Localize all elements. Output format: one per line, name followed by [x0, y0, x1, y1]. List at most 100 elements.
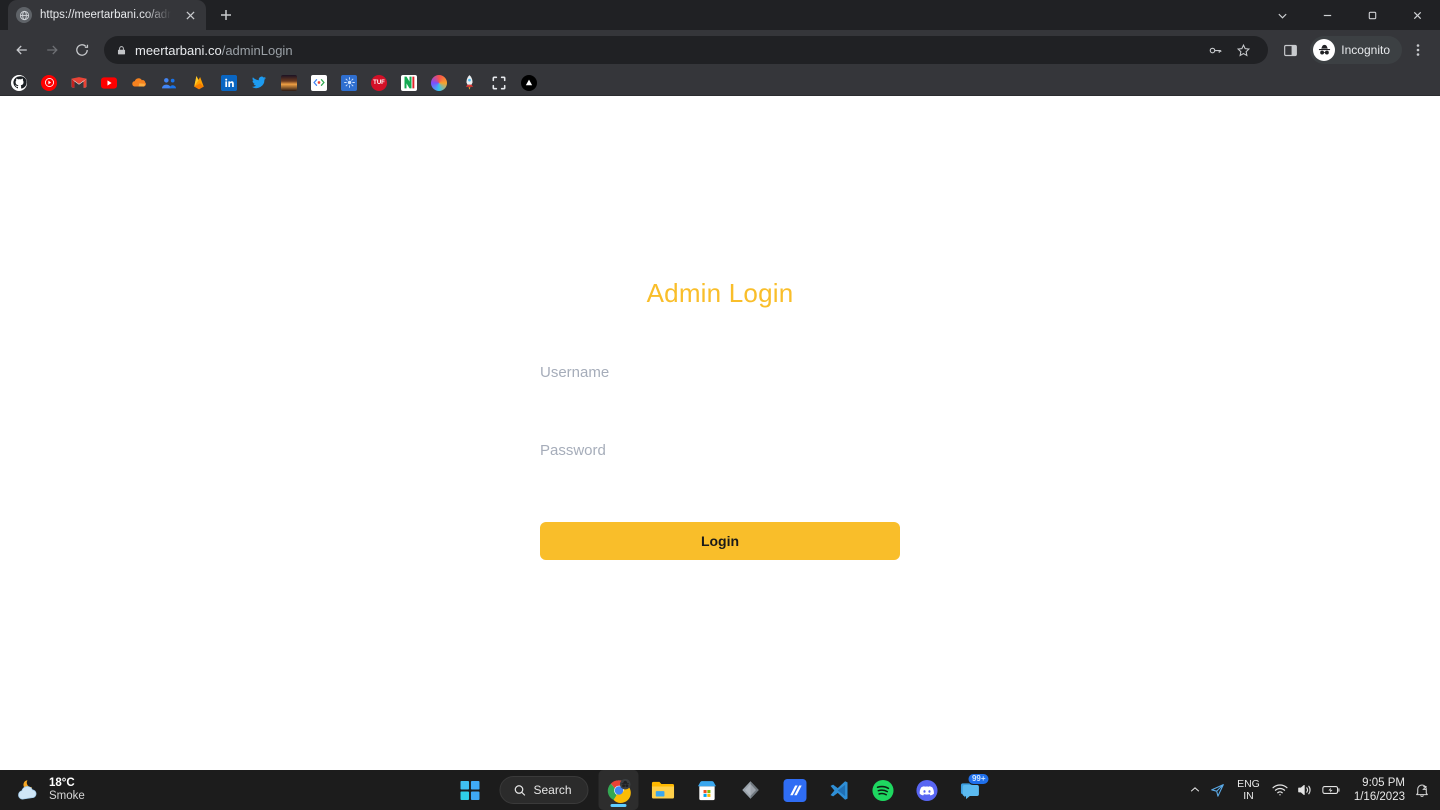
bookmark-google-developers[interactable]: [306, 72, 332, 94]
bookmark-color-sphere[interactable]: [426, 72, 452, 94]
clock[interactable]: 9:05 PM 1/16/2023: [1350, 776, 1405, 805]
side-panel-icon[interactable]: [1276, 36, 1304, 64]
omnibox-actions: [1202, 37, 1256, 63]
cloudflare-icon: [131, 75, 147, 91]
bookmark-blue-app[interactable]: [336, 72, 362, 94]
google-developers-icon: [311, 74, 327, 91]
reload-arrow-icon[interactable]: [68, 36, 96, 64]
tab-close-icon[interactable]: [182, 7, 198, 23]
bookmark-linkedin[interactable]: [216, 72, 242, 94]
bookmark-youtube[interactable]: [96, 72, 122, 94]
twitter-icon: [251, 75, 267, 91]
taskbar-chrome-incognito[interactable]: [598, 770, 639, 810]
weather-temperature: 18°C: [49, 776, 75, 789]
star-icon[interactable]: [1230, 37, 1256, 63]
username-input[interactable]: [540, 364, 900, 381]
bookmarks-bar: TUF: [0, 70, 1440, 96]
send-arrow-icon[interactable]: [1210, 783, 1225, 798]
minimize-button[interactable]: [1305, 0, 1350, 30]
taskbar-search-label: Search: [533, 783, 572, 797]
url-domain: meertarbani.co: [135, 42, 222, 58]
volume-icon[interactable]: [1297, 783, 1313, 797]
taskbar-file-explorer[interactable]: [643, 770, 683, 810]
taskbar-mongodb-compass[interactable]: [775, 770, 815, 810]
incognito-label: Incognito: [1341, 43, 1390, 57]
sunset-photo-icon: [281, 74, 297, 91]
password-input[interactable]: [540, 442, 900, 459]
bookmark-twitter[interactable]: [246, 72, 272, 94]
taskbar-vs-code[interactable]: [819, 770, 859, 810]
username-field-row: [540, 364, 900, 442]
bookmark-google-meet[interactable]: [156, 72, 182, 94]
language-primary: ENG: [1237, 777, 1260, 790]
notification-icon[interactable]: [1414, 782, 1430, 798]
taskbar-discord[interactable]: [907, 770, 947, 810]
battery-charging-icon[interactable]: [1322, 784, 1341, 796]
incognito-profile-button[interactable]: Incognito: [1310, 36, 1402, 64]
bookmark-sunset-photo[interactable]: [276, 72, 302, 94]
bookmark-cloudflare[interactable]: [126, 72, 152, 94]
forward-arrow-icon[interactable]: [38, 36, 66, 64]
taskbar-microsoft-store[interactable]: [687, 770, 727, 810]
vercel-icon: [521, 74, 537, 91]
address-bar[interactable]: meertarbani.co/adminLogin: [104, 36, 1269, 64]
start-button[interactable]: [449, 770, 489, 810]
bookmark-scan-frame[interactable]: [486, 72, 512, 94]
page-content: Admin Login Login: [0, 96, 1440, 770]
login-button[interactable]: Login: [540, 522, 900, 560]
globe-icon: [16, 7, 32, 23]
bookmark-mongodb[interactable]: [396, 72, 422, 94]
lock-icon: [116, 45, 127, 56]
mongodb-icon: [401, 74, 417, 91]
bookmark-rocket[interactable]: [456, 72, 482, 94]
close-button[interactable]: [1395, 0, 1440, 30]
new-tab-button[interactable]: [212, 1, 240, 29]
clock-time: 9:05 PM: [1362, 776, 1405, 789]
system-tray: ENG IN 9:05 PM 1/16/2023: [1189, 770, 1440, 810]
window-controls: [1260, 0, 1440, 30]
bookmark-firebase[interactable]: [186, 72, 212, 94]
color-sphere-icon: [431, 74, 447, 91]
language-secondary: IN: [1243, 790, 1254, 802]
rocket-icon: [461, 75, 477, 91]
url-text: meertarbani.co/adminLogin: [135, 43, 1194, 58]
bookmark-tuf[interactable]: TUF: [366, 72, 392, 94]
chevron-up-icon[interactable]: [1189, 784, 1201, 796]
browser-window: https://meertarbani.co/adminLog: [0, 0, 1440, 770]
message-count-badge: 99+: [967, 773, 990, 785]
key-icon[interactable]: [1202, 37, 1228, 63]
bookmark-gmail[interactable]: [66, 72, 92, 94]
three-dot-menu-icon[interactable]: [1404, 36, 1432, 64]
incognito-avatar-icon: [1313, 39, 1336, 61]
windows-taskbar: 18°C Smoke Search 99+ ENG IN 9:05 PM 1/1…: [0, 770, 1440, 810]
blue-app-icon: [341, 74, 357, 91]
browser-toolbar: meertarbani.co/adminLogin Incognito: [0, 30, 1440, 70]
tab-title: https://meertarbani.co/adminLog: [40, 9, 174, 21]
taskbar-messaging-app[interactable]: 99+: [951, 770, 991, 810]
bookmark-github[interactable]: [6, 72, 32, 94]
youtube-music-icon: [41, 74, 57, 91]
wifi-icon[interactable]: [1272, 783, 1288, 797]
weather-widget[interactable]: 18°C Smoke: [0, 777, 220, 803]
back-arrow-icon[interactable]: [8, 36, 36, 64]
clock-date: 1/16/2023: [1353, 791, 1405, 803]
maximize-button[interactable]: [1350, 0, 1395, 30]
weather-text: 18°C Smoke: [49, 777, 85, 803]
linkedin-icon: [221, 74, 237, 91]
page-title: Admin Login: [646, 278, 794, 308]
search-icon: [514, 784, 526, 796]
language-indicator[interactable]: ENG IN: [1234, 778, 1263, 802]
bookmark-vercel[interactable]: [516, 72, 542, 94]
youtube-icon: [101, 75, 117, 91]
admin-login-form: Admin Login Login: [540, 278, 900, 560]
browser-tab[interactable]: https://meertarbani.co/adminLog: [8, 0, 206, 30]
tuf-icon: TUF: [371, 74, 387, 91]
taskbar-search[interactable]: Search: [499, 776, 589, 804]
moon-cloud-icon: [14, 777, 40, 803]
tab-search-chevron-icon[interactable]: [1260, 0, 1305, 30]
password-field-row: [540, 442, 900, 520]
bookmark-youtube-music[interactable]: [36, 72, 62, 94]
taskbar-spotify[interactable]: [863, 770, 903, 810]
taskbar-gem-app[interactable]: [731, 770, 771, 810]
github-icon: [11, 74, 27, 91]
